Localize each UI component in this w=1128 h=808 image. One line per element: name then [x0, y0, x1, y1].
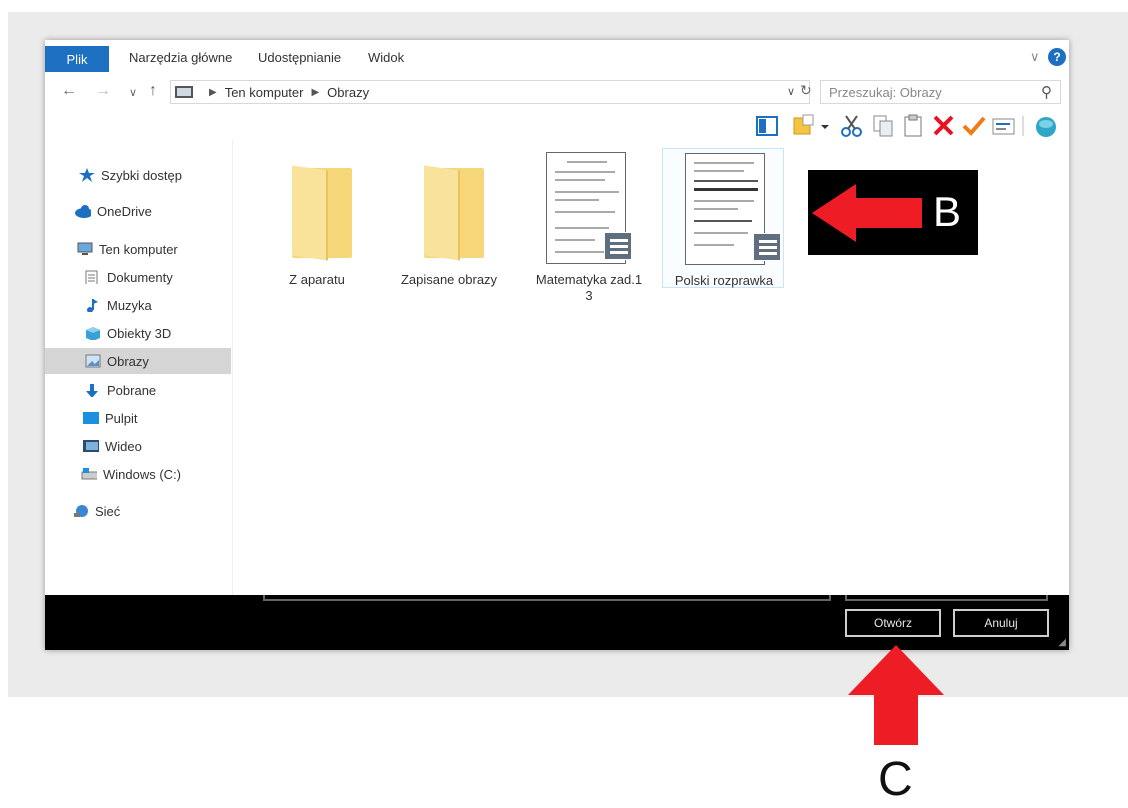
sidebar-item-label: Dokumenty — [107, 269, 173, 285]
folder-item-saved-pictures[interactable]: Zapisane obrazy — [394, 148, 504, 288]
download-icon — [86, 384, 98, 397]
sidebar-item-documents[interactable]: Dokumenty — [45, 264, 231, 290]
folder-flap — [424, 165, 460, 261]
sidebar-item-downloads[interactable]: Pobrane — [45, 377, 231, 403]
tab-share[interactable]: Udostępnianie — [258, 50, 341, 65]
forward-arrow-icon[interactable]: → — [95, 82, 111, 100]
cube-3d-icon — [86, 327, 100, 340]
sidebar-item-pictures[interactable]: Obrazy — [45, 348, 231, 374]
red-arrow-up-icon — [848, 645, 944, 745]
annotation-b-box: B — [808, 170, 978, 255]
sidebar-item-label: Obiekty 3D — [107, 325, 172, 341]
file-name: Polski rozprawka — [674, 273, 774, 288]
folder-item-camera[interactable]: Z aparatu — [262, 148, 372, 288]
pictures-icon — [85, 354, 101, 368]
help-icon[interactable]: ? — [1048, 48, 1066, 66]
star-icon — [79, 168, 95, 182]
breadcrumb-pictures[interactable]: Obrazy — [327, 85, 369, 100]
computer-icon — [175, 86, 193, 98]
ribbon-expand-icon[interactable]: ∨ — [1030, 49, 1040, 65]
file-open-dialog: Plik Narzędzia główne Udostępnianie Wido… — [45, 40, 1069, 650]
properties-icon[interactable] — [991, 113, 1017, 139]
tab-home[interactable]: Narzędzia główne — [129, 50, 232, 65]
toolbar-separator — [1022, 116, 1024, 136]
resize-grip-icon[interactable]: ◢ — [1058, 637, 1066, 648]
chevron-right-icon: ▶ — [311, 86, 320, 98]
command-toolbar — [755, 113, 1069, 141]
file-name: Zapisane obrazy — [400, 272, 498, 287]
tab-file[interactable]: Plik — [45, 46, 109, 72]
up-arrow-icon[interactable]: ↑ — [149, 82, 157, 100]
search-icon[interactable]: ⚲ — [1041, 83, 1052, 101]
cloud-icon — [75, 205, 91, 218]
file-item-math[interactable]: Matematyka zad.1 3 — [534, 148, 644, 303]
cut-icon[interactable] — [839, 113, 865, 139]
address-dropdown-icon[interactable]: ∨ — [787, 85, 795, 98]
drive-icon — [81, 468, 97, 480]
annotation-c-label: C — [878, 753, 913, 806]
video-icon — [83, 440, 99, 452]
sidebar-item-windows-drive[interactable]: Windows (C:) — [45, 461, 231, 487]
paste-icon[interactable] — [901, 113, 927, 139]
sidebar-item-label: Windows (C:) — [103, 466, 182, 482]
sidebar-item-videos[interactable]: Wideo — [45, 433, 231, 459]
sidebar-item-label: Szybki dostęp — [101, 167, 182, 183]
sidebar-item-label: OneDrive — [97, 203, 152, 219]
sidebar-item-desktop[interactable]: Pulpit — [45, 405, 231, 431]
navigation-pane: Szybki dostęp OneDrive Ten komputer Doku… — [45, 140, 233, 595]
dialog-footer: Otwórz Anuluj ◢ — [45, 595, 1069, 650]
recent-locations-icon[interactable]: ∨ — [129, 86, 137, 99]
sidebar-item-label: Sieć — [95, 503, 121, 519]
image-badge-icon — [604, 232, 632, 260]
ribbon: Plik Narzędzia główne Udostępnianie Wido… — [45, 40, 1069, 75]
view-pane-icon[interactable] — [755, 113, 781, 139]
filename-input[interactable] — [263, 595, 831, 601]
sidebar-item-network[interactable]: Sieć — [45, 498, 231, 524]
desktop-icon — [83, 412, 99, 424]
sidebar-item-label: Ten komputer — [99, 241, 178, 257]
cancel-button[interactable]: Anuluj — [953, 609, 1049, 637]
sidebar-item-label: Pulpit — [105, 410, 138, 426]
chevron-right-icon: ▶ — [209, 86, 217, 98]
red-arrow-left-icon — [812, 184, 922, 242]
network-icon — [74, 505, 88, 517]
sidebar-item-label: Wideo — [105, 438, 142, 454]
file-item-polish-essay[interactable]: Polski rozprawka — [662, 148, 784, 288]
search-input[interactable]: Przeszukaj: Obrazy ⚲ — [820, 80, 1061, 104]
folder-flap — [292, 165, 328, 261]
dropdown-icon[interactable] — [819, 113, 831, 139]
sidebar-item-label: Muzyka — [107, 297, 152, 313]
file-name: Z aparatu — [289, 272, 345, 287]
file-name: Matematyka zad.1 3 — [535, 272, 643, 303]
sidebar-item-3d-objects[interactable]: Obiekty 3D — [45, 320, 231, 346]
sidebar-item-quick-access[interactable]: Szybki dostęp — [45, 162, 231, 188]
sidebar-item-this-pc[interactable]: Ten komputer — [45, 236, 231, 262]
computer-icon — [77, 242, 93, 255]
delete-icon[interactable] — [931, 113, 957, 139]
checkmark-icon[interactable] — [961, 113, 987, 139]
share-icon[interactable] — [1033, 113, 1059, 139]
sidebar-item-label: Pobrane — [107, 382, 157, 398]
music-icon — [87, 299, 98, 312]
tab-view[interactable]: Widok — [368, 50, 404, 65]
sidebar-item-onedrive[interactable]: OneDrive — [45, 198, 231, 224]
sidebar-item-label: Obrazy — [107, 353, 149, 369]
sidebar-item-music[interactable]: Muzyka — [45, 292, 231, 318]
back-arrow-icon[interactable]: ← — [61, 82, 77, 100]
copy-icon[interactable] — [871, 113, 897, 139]
annotation-b-label: B — [933, 188, 962, 235]
open-button[interactable]: Otwórz — [845, 609, 941, 637]
address-bar[interactable]: ▶ Ten komputer ▶ Obrazy — [170, 80, 810, 104]
refresh-icon[interactable]: ↻ — [800, 82, 812, 99]
image-badge-icon — [753, 233, 781, 261]
search-placeholder: Przeszukaj: Obrazy — [829, 84, 942, 100]
filetype-select[interactable] — [845, 595, 1048, 601]
breadcrumb-this-pc[interactable]: Ten komputer — [225, 85, 304, 100]
documents-icon — [85, 270, 98, 284]
new-folder-icon[interactable] — [791, 113, 817, 139]
address-row: ← → ∨ ↑ ▶ Ten komputer ▶ Obrazy ∨ ↻ Prze… — [45, 78, 1069, 108]
